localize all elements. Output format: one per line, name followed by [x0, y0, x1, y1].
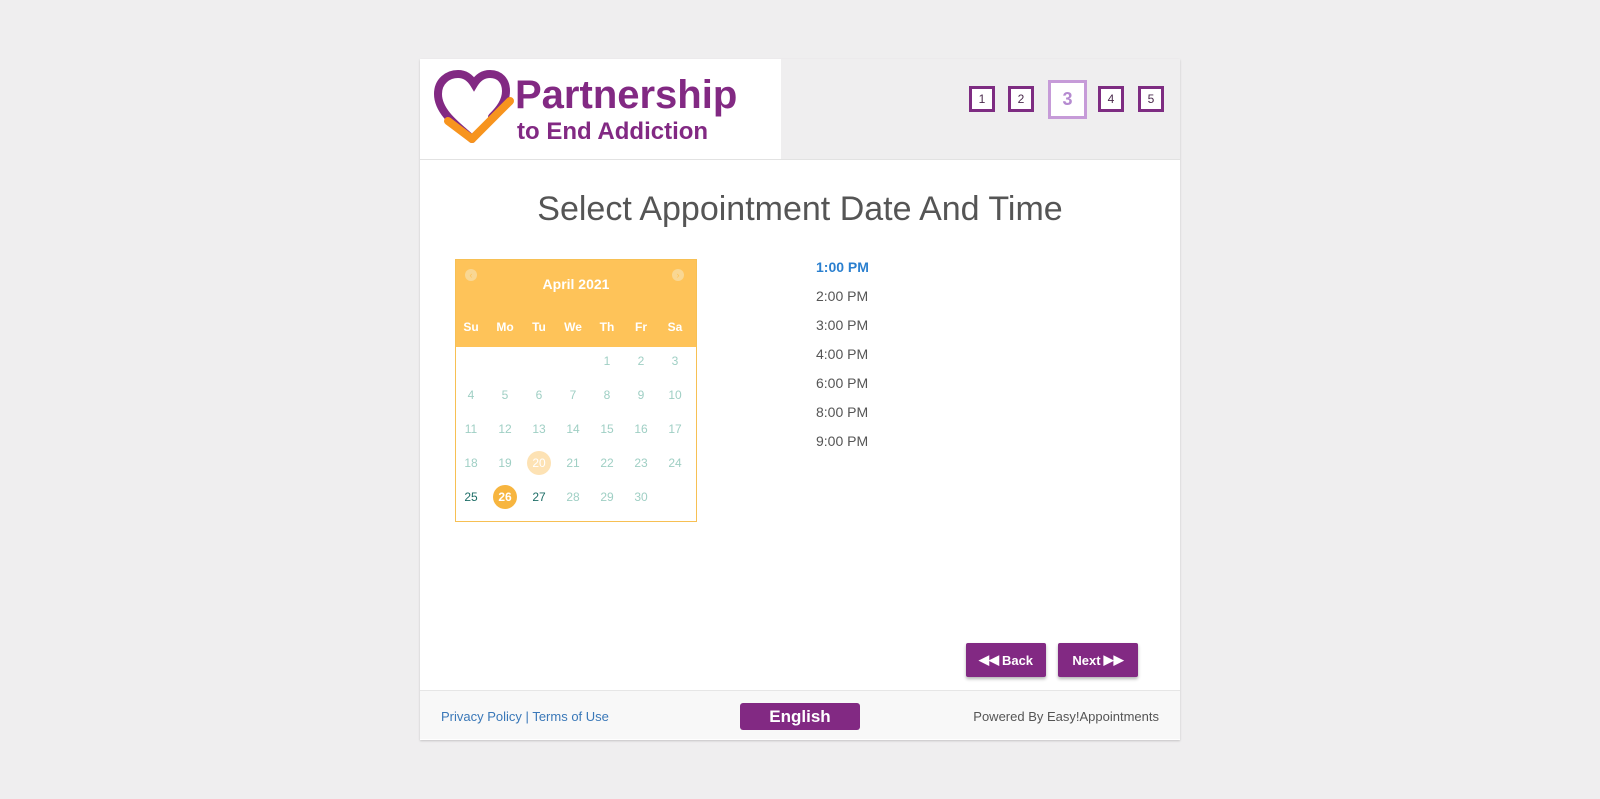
calendar-day: 14	[566, 422, 580, 436]
time-slot[interactable]: 6:00 PM	[816, 375, 868, 391]
step-5: 5	[1138, 86, 1164, 112]
booking-frame: Partnership to End Addiction 12345 Selec…	[420, 59, 1180, 740]
weekday-label: Fr	[635, 320, 647, 334]
powered-by-text: Powered By Easy!Appointments	[973, 709, 1159, 724]
calendar-day[interactable]: 25	[459, 485, 483, 509]
double-chevron-left-icon: ◀◀	[978, 652, 999, 667]
step-3: 3	[1048, 80, 1087, 119]
weekday-label: Mo	[496, 320, 514, 334]
calendar-day: 24	[668, 456, 682, 470]
calendar-header: ‹ April 2021 › Su Mo Tu We Th Fr Sa	[456, 260, 696, 347]
calendar-day: 1	[603, 354, 611, 368]
logo-heart-check-icon: Partnership to End Addiction	[433, 69, 737, 145]
calendar-day: 4	[467, 388, 475, 402]
date-picker: ‹ April 2021 › Su Mo Tu We Th Fr Sa 1234567891…	[455, 259, 697, 522]
calendar-day: 12	[498, 422, 512, 436]
back-button[interactable]: ◀◀ Back	[966, 643, 1046, 677]
double-chevron-right-icon: ▶▶	[1103, 652, 1124, 667]
time-slot[interactable]: 2:00 PM	[816, 288, 868, 304]
calendar-day: 30	[634, 490, 648, 504]
chevron-right-icon[interactable]: ›	[672, 269, 684, 281]
calendar-day: 17	[668, 422, 682, 436]
calendar-day: 5	[501, 388, 509, 402]
footer-separator: |	[525, 709, 529, 724]
calendar-day: 9	[637, 388, 645, 402]
calendar-day: 19	[498, 456, 512, 470]
calendar-month-label: April 2021	[542, 276, 610, 292]
calendar-day: 3	[671, 354, 679, 368]
weekday-label: Th	[599, 320, 615, 334]
calendar-day: 8	[603, 388, 611, 402]
weekday-label: We	[564, 320, 582, 334]
calendar-day: 2	[637, 354, 645, 368]
calendar-day: 29	[600, 490, 614, 504]
time-slot[interactable]: 3:00 PM	[816, 317, 868, 333]
calendar-day: 16	[634, 422, 648, 436]
calendar-day: 18	[464, 456, 478, 470]
calendar-day[interactable]: 26	[493, 485, 517, 509]
calendar-day: 21	[566, 456, 580, 470]
calendar-day: 7	[569, 388, 577, 402]
language-button[interactable]: English	[740, 703, 860, 730]
calendar-day: 15	[600, 422, 614, 436]
calendar-day: 6	[535, 388, 543, 402]
calendar-day: 20	[527, 451, 551, 475]
calendar-day: 10	[668, 388, 682, 402]
logo: Partnership to End Addiction	[420, 59, 781, 159]
terms-of-use-link[interactable]: Terms of Use	[532, 709, 609, 724]
privacy-policy-link[interactable]: Privacy Policy	[441, 709, 522, 724]
weekday-label: Su	[463, 320, 479, 334]
step-2: 2	[1008, 86, 1034, 112]
footer-links: Privacy Policy | Terms of Use	[441, 709, 609, 724]
calendar-day: 13	[532, 422, 546, 436]
step-1: 1	[969, 86, 995, 112]
time-slot[interactable]: 9:00 PM	[816, 433, 868, 449]
calendar-day: 11	[464, 422, 478, 436]
back-button-label: Back	[1001, 652, 1034, 668]
calendar-day: 23	[634, 456, 648, 470]
weekday-label: Sa	[667, 320, 683, 334]
calendar-day: 22	[600, 456, 614, 470]
calendar-day: 28	[566, 490, 580, 504]
next-button[interactable]: Next ▶▶	[1058, 643, 1138, 677]
weekday-label: Tu	[532, 320, 546, 334]
logo-line-1: Partnership	[515, 73, 737, 117]
logo-line-2: to End Addiction	[517, 118, 708, 145]
calendar-day[interactable]: 27	[527, 485, 551, 509]
header: Partnership to End Addiction 12345	[420, 59, 1180, 160]
next-button-label: Next	[1072, 652, 1101, 668]
time-slot[interactable]: 1:00 PM	[816, 259, 869, 275]
time-slot[interactable]: 8:00 PM	[816, 404, 868, 420]
footer: Privacy Policy | Terms of Use English Po…	[420, 690, 1180, 739]
time-slot[interactable]: 4:00 PM	[816, 346, 868, 362]
step-4: 4	[1098, 86, 1124, 112]
page-title: Select Appointment Date And Time	[537, 190, 1063, 228]
